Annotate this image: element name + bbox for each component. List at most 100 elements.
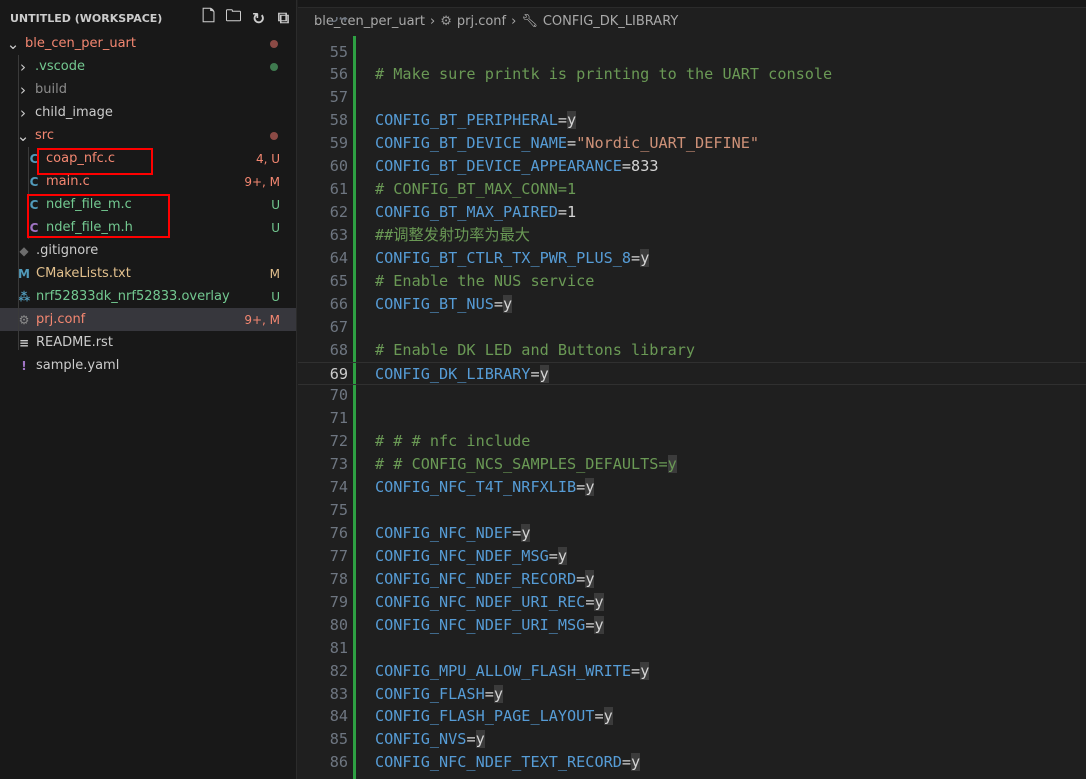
line-text: # CONFIG_BT_MAX_CONN=1 xyxy=(375,178,576,201)
tree-item[interactable]: › build xyxy=(0,78,296,101)
line-number: 84 xyxy=(329,707,348,726)
code-line: 67 xyxy=(298,316,1086,339)
code-line: 74 CONFIG_NFC_T4T_NRFXLIB=y xyxy=(298,476,1086,499)
line-text: CONFIG_FLASH_PAGE_LAYOUT=y xyxy=(375,705,613,728)
collapse-all-icon[interactable]: ⧉ xyxy=(271,8,296,28)
line-number: 67 xyxy=(329,317,348,336)
code-line: 82 CONFIG_MPU_ALLOW_FLASH_WRITE=y xyxy=(298,660,1086,683)
line-text: CONFIG_MPU_ALLOW_FLASH_WRITE=y xyxy=(375,660,650,683)
tree-item[interactable]: ≡ README.rst xyxy=(0,331,296,354)
code-line: 80 CONFIG_NFC_NDEF_URI_MSG=y xyxy=(298,614,1086,637)
config-key: CONFIG_FLASH_PAGE_LAYOUT xyxy=(375,707,595,726)
config-value: y xyxy=(503,294,513,313)
tree-item[interactable]: ⌄ ble_cen_per_uart xyxy=(0,32,296,55)
config-value: y xyxy=(594,592,604,611)
line-number: 83 xyxy=(329,684,348,703)
new-file-icon[interactable]: 🗋 xyxy=(196,5,221,32)
line-number: 80 xyxy=(329,615,348,634)
line-number: 61 xyxy=(329,180,348,199)
code-line: 79 CONFIG_NFC_NDEF_URI_REC=y xyxy=(298,591,1086,614)
equals-sign: = xyxy=(493,294,504,313)
line-number: 69 xyxy=(329,364,348,383)
line-number: 77 xyxy=(329,546,348,565)
line-text: CONFIG_BT_DEVICE_APPEARANCE=833 xyxy=(375,155,658,178)
config-value: y xyxy=(493,684,504,703)
tab-bar xyxy=(298,0,1086,8)
comment: # Enable DK LED and Buttons library xyxy=(375,340,696,359)
line-text: CONFIG_NFC_NDEF=y xyxy=(375,522,531,545)
line-text: CONFIG_BT_NUS=y xyxy=(375,293,513,316)
config-value: 833 xyxy=(631,157,659,176)
equals-sign: = xyxy=(557,203,568,221)
line-text: CONFIG_NFC_T4T_NRFXLIB=y xyxy=(375,476,595,499)
line-number: 63 xyxy=(329,225,348,244)
tree-item[interactable]: M CMakeLists.txt M xyxy=(0,262,296,285)
chevron-down-icon: ⌄ xyxy=(6,34,20,53)
line-number: 64 xyxy=(329,248,348,267)
git-status-badge: 4, U xyxy=(255,151,280,166)
tree-item[interactable]: ◆ .gitignore xyxy=(0,239,296,262)
line-text: CONFIG_BT_CTLR_TX_PWR_PLUS_8=y xyxy=(375,247,650,270)
line-text: CONFIG_NFC_NDEF_URI_MSG=y xyxy=(375,614,604,637)
line-number: 75 xyxy=(329,501,348,520)
comment: # Make sure printk is printing to the UA… xyxy=(375,65,833,84)
equals-sign: = xyxy=(557,111,568,130)
code-line: 70 xyxy=(298,384,1086,407)
code-line: 60 CONFIG_BT_DEVICE_APPEARANCE=833 xyxy=(298,155,1086,178)
config-key: CONFIG_BT_CTLR_TX_PWR_PLUS_8 xyxy=(375,248,632,267)
git-status-dot xyxy=(270,62,278,71)
code-line: 73 # # CONFIG_NCS_SAMPLES_DEFAULTS=y xyxy=(298,453,1086,476)
tree-item[interactable]: ⚙ prj.conf 9+, M xyxy=(0,308,296,331)
code-line: 57 xyxy=(298,86,1086,109)
git-status-badge: U xyxy=(271,289,280,304)
code-line: 84 CONFIG_FLASH_PAGE_LAYOUT=y xyxy=(298,705,1086,728)
line-text: ##调整发射功率为最大 xyxy=(375,224,530,247)
tree-item-label: prj.conf xyxy=(36,312,86,327)
equals-sign: = xyxy=(594,707,604,726)
tree-item[interactable]: ⁂ nrf52833dk_nrf52833.overlay U xyxy=(0,285,296,308)
code-line: 61 # CONFIG_BT_MAX_CONN=1 xyxy=(298,178,1086,201)
tree-item-label: nrf52833dk_nrf52833.overlay xyxy=(36,289,230,304)
config-key: CONFIG_BT_DEVICE_NAME xyxy=(375,134,568,153)
indent-guide xyxy=(18,55,19,350)
workspace-title[interactable]: UNTITLED (WORKSPACE) xyxy=(10,12,196,25)
refresh-icon[interactable]: ↻ xyxy=(246,9,271,28)
code-line: 63 ##调整发射功率为最大 xyxy=(298,224,1086,247)
line-number: 57 xyxy=(329,88,348,107)
line-number: 55 xyxy=(329,42,348,61)
code-line: 77 CONFIG_NFC_NDEF_MSG=y xyxy=(298,545,1086,568)
config-value: y xyxy=(640,248,650,267)
line-number: 70 xyxy=(329,386,348,405)
comment: ##调整发射功率为最大 xyxy=(375,225,530,244)
new-folder-icon[interactable]: 🗀 xyxy=(221,5,246,32)
equals-sign: = xyxy=(530,364,540,383)
tree-item[interactable]: › child_image xyxy=(0,101,296,124)
tree-item[interactable]: ! sample.yaml xyxy=(0,354,296,377)
git-status-badge: 9+, M xyxy=(244,312,280,327)
equals-sign: = xyxy=(466,730,476,749)
code-line: 65 # Enable the NUS service xyxy=(298,270,1086,293)
equals-sign: = xyxy=(484,684,494,703)
config-value: y xyxy=(585,569,595,588)
line-text: # Enable DK LED and Buttons library xyxy=(375,339,695,362)
line-text: CONFIG_NVS=y xyxy=(375,728,485,751)
tree-item[interactable]: ⌄ src xyxy=(0,124,296,147)
tree-item-label: main.c xyxy=(46,174,90,189)
code-line: 59 CONFIG_BT_DEVICE_NAME="Nordic_UART_DEF… xyxy=(298,132,1086,155)
line-number: 79 xyxy=(329,592,348,611)
code-line: 66 CONFIG_BT_NUS=y xyxy=(298,293,1086,316)
tree-item-label: .gitignore xyxy=(36,243,99,258)
code-line: 69 CONFIG_DK_LIBRARY=y xyxy=(298,361,1086,385)
line-number: 71 xyxy=(329,409,348,428)
config-key: CONFIG_MPU_ALLOW_FLASH_WRITE xyxy=(375,661,632,680)
tree-item[interactable]: › .vscode xyxy=(0,55,296,78)
line-number: 60 xyxy=(329,157,348,176)
code-line: 55 xyxy=(298,41,1086,64)
config-key: CONFIG_BT_DEVICE_APPEARANCE xyxy=(375,157,622,176)
code-line: 75 xyxy=(298,499,1086,522)
config-key: CONFIG_NFC_NDEF xyxy=(375,524,513,543)
code-line: 58 CONFIG_BT_PERIPHERAL=y xyxy=(298,109,1086,132)
tree-item-label: build xyxy=(35,82,67,97)
tree-item-label: .vscode xyxy=(35,59,85,74)
config-value: y xyxy=(521,524,531,543)
